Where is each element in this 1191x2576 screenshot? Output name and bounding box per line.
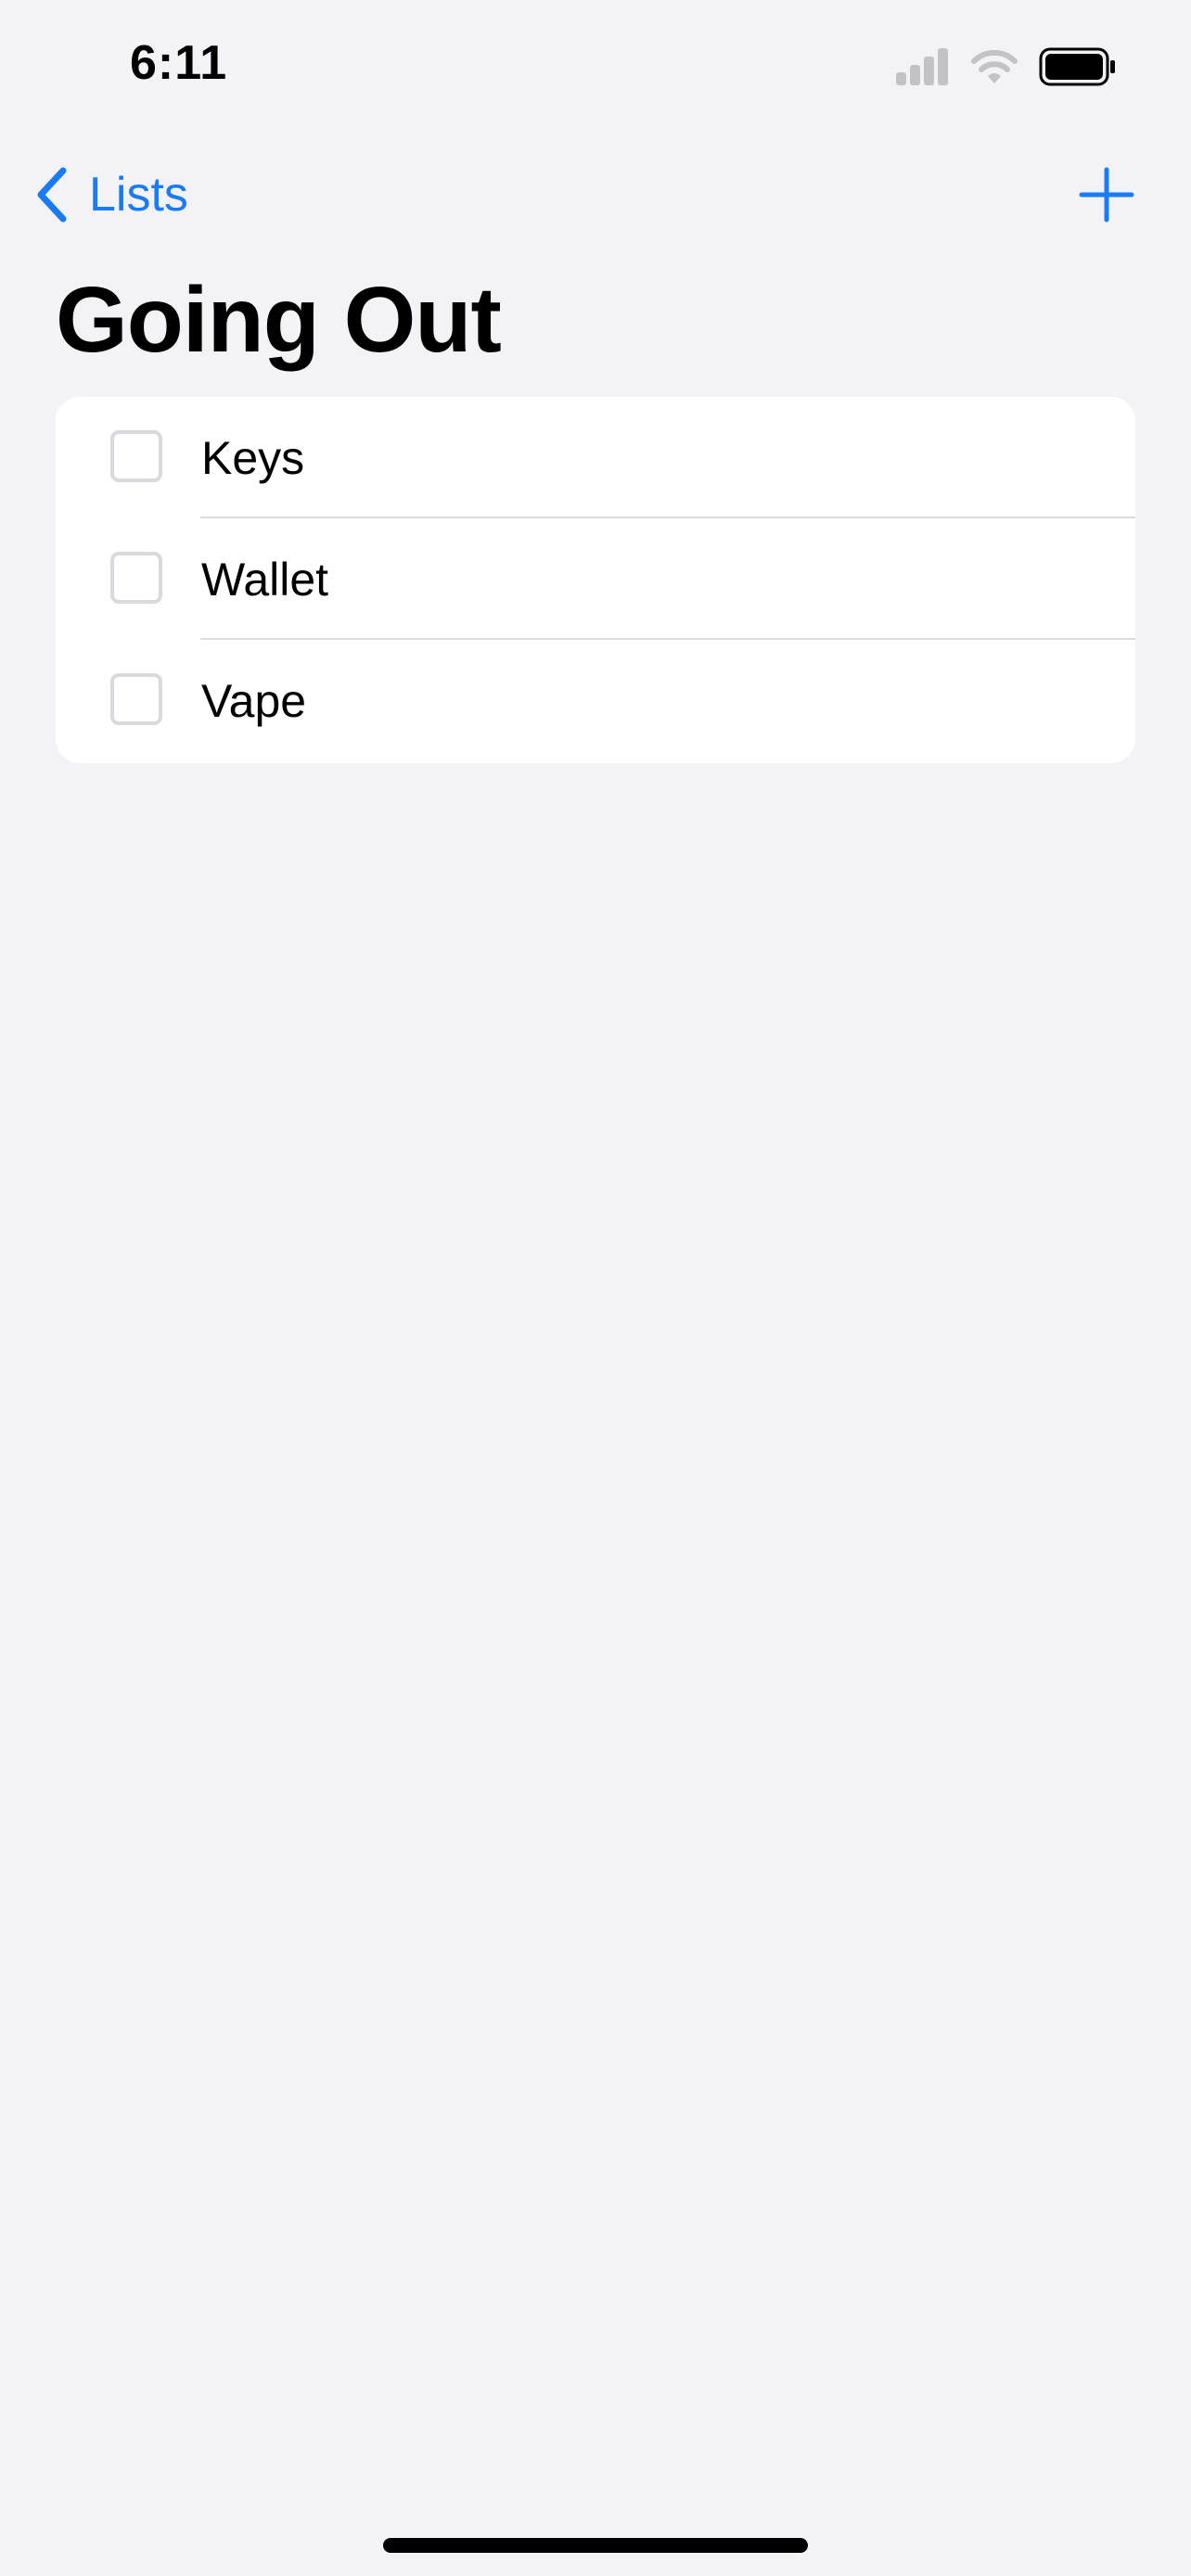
status-time: 6:11 <box>130 36 228 90</box>
back-button[interactable]: Lists <box>33 162 188 227</box>
page-title: Going Out <box>56 268 502 372</box>
list-item[interactable]: Vape <box>56 640 1135 761</box>
back-button-label: Lists <box>89 168 188 222</box>
item-label[interactable]: Wallet <box>201 552 328 607</box>
home-indicator[interactable] <box>383 2538 808 2553</box>
status-bar: 6:11 <box>0 0 1191 139</box>
chevron-left-icon <box>37 167 67 223</box>
item-checkbox[interactable] <box>110 673 162 725</box>
item-checkbox[interactable] <box>110 430 162 482</box>
item-label[interactable]: Keys <box>201 430 304 486</box>
wifi-icon <box>971 49 1018 83</box>
list-item[interactable]: Keys <box>56 397 1135 518</box>
cellular-signal-icon <box>896 48 948 85</box>
battery-icon <box>1039 47 1115 86</box>
navigation-bar: Lists <box>0 153 1191 236</box>
checklist-card: Keys Wallet Vape <box>56 397 1135 763</box>
item-label[interactable]: Vape <box>201 673 306 729</box>
plus-icon <box>1079 167 1134 223</box>
add-item-button[interactable] <box>1074 162 1139 227</box>
list-item[interactable]: Wallet <box>56 518 1135 640</box>
status-icons <box>896 45 1117 89</box>
item-checkbox[interactable] <box>110 552 162 604</box>
